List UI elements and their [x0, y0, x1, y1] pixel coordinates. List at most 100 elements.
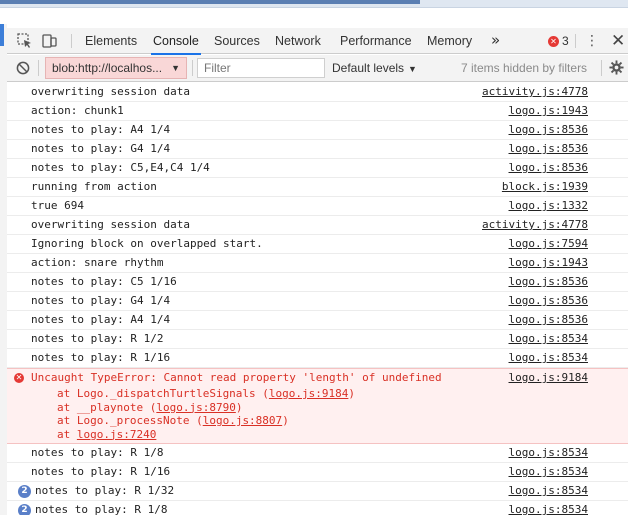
devtools-tabbar: Elements Console Sources Network Perform…: [7, 28, 628, 55]
log-message: notes to play: C5 1/16: [31, 275, 177, 288]
log-message: running from action: [31, 180, 157, 193]
error-icon: ✕: [14, 373, 24, 383]
log-message: Ignoring block on overlapped start.: [31, 237, 263, 250]
source-link[interactable]: logo.js:9184: [509, 369, 588, 387]
source-link[interactable]: logo.js:8536: [509, 273, 588, 291]
log-row: action: chunk1 logo.js:1943: [7, 102, 628, 121]
log-row: notes to play: G4 1/4 logo.js:8536: [7, 292, 628, 311]
tab-elements[interactable]: Elements: [85, 28, 137, 54]
source-link[interactable]: logo.js:8534: [509, 349, 588, 367]
page-edge: [0, 24, 7, 515]
stack-frame-link[interactable]: logo.js:9184: [269, 387, 348, 400]
log-message: notes to play: A4 1/4: [31, 123, 171, 136]
stack-frame: at logo.js:7240: [57, 427, 157, 441]
close-devtools-icon[interactable]: ✕: [611, 30, 625, 52]
source-link[interactable]: logo.js:8534: [509, 444, 588, 462]
log-message: true 694: [31, 199, 84, 212]
log-row: notes to play: A4 1/4 logo.js:8536: [7, 121, 628, 140]
stack-frame: at Logo._processNote (logo.js:8807): [57, 414, 289, 427]
tab-console[interactable]: Console: [151, 28, 201, 55]
source-link[interactable]: logo.js:8536: [509, 311, 588, 329]
tab-performance[interactable]: Performance: [340, 28, 412, 54]
error-message[interactable]: Uncaught TypeError: Cannot read property…: [31, 369, 442, 387]
log-message: notes to play: R 1/2: [31, 332, 164, 345]
tabbar-separator: [575, 34, 576, 48]
log-row: true 694 logo.js:1332: [7, 197, 628, 216]
log-message: notes to play: R 1/32: [35, 484, 175, 497]
source-link[interactable]: block.js:1939: [502, 178, 588, 196]
console-toolbar: blob:http://localhos... ▼ Default levels…: [7, 55, 628, 82]
source-link[interactable]: logo.js:8536: [509, 292, 588, 310]
log-message: notes to play: C5,E4,C4 1/4: [31, 161, 210, 174]
log-row: notes to play: A4 1/4 logo.js:8536: [7, 311, 628, 330]
log-row: notes to play: G4 1/4 logo.js:8536: [7, 140, 628, 159]
log-row: overwriting session data activity.js:4778: [7, 83, 628, 102]
log-levels-dropdown[interactable]: Default levels ▼: [332, 58, 417, 78]
source-link[interactable]: logo.js:8534: [509, 463, 588, 481]
log-message: overwriting session data: [31, 85, 190, 98]
log-levels-caret-icon: ▼: [408, 64, 417, 74]
stack-frame-link[interactable]: logo.js:7240: [77, 428, 156, 441]
context-selector[interactable]: blob:http://localhos... ▼: [45, 57, 187, 79]
log-message: notes to play: A4 1/4: [31, 313, 171, 326]
source-link[interactable]: logo.js:1943: [509, 102, 588, 120]
log-row: notes to play: C5 1/16 logo.js:8536: [7, 273, 628, 292]
source-link[interactable]: activity.js:4778: [482, 83, 588, 101]
device-toolbar-icon[interactable]: [40, 32, 58, 50]
tabbar-separator: [71, 34, 72, 48]
source-link[interactable]: logo.js:1332: [509, 197, 588, 215]
tab-sources[interactable]: Sources: [214, 28, 260, 54]
tab-network[interactable]: Network: [275, 28, 321, 54]
source-link[interactable]: logo.js:1943: [509, 254, 588, 272]
error-icon: ✕: [548, 35, 559, 47]
more-tabs-chevron-icon[interactable]: »: [491, 28, 500, 54]
log-message: notes to play: G4 1/4: [31, 294, 171, 307]
hidden-items-info: 7 items hidden by filters: [461, 61, 588, 75]
window-title-band: [0, 0, 420, 4]
log-row: notes to play: R 1/16 logo.js:8534: [7, 463, 628, 482]
log-row: 2 notes to play: R 1/32 logo.js:8534: [7, 482, 628, 501]
log-message: notes to play: R 1/8: [31, 446, 164, 459]
error-row: ✕ Uncaught TypeError: Cannot read proper…: [7, 368, 628, 444]
log-row: notes to play: R 1/16 logo.js:8534: [7, 349, 628, 368]
stack-frame: at __playnote (logo.js:8790): [57, 400, 243, 414]
stack-frame-link[interactable]: logo.js:8790: [156, 401, 235, 414]
source-link[interactable]: logo.js:8534: [509, 501, 588, 515]
tab-memory[interactable]: Memory: [427, 28, 472, 54]
log-levels-label: Default levels: [332, 61, 405, 75]
toolbar-separator: [38, 60, 39, 76]
source-link[interactable]: logo.js:8536: [509, 159, 588, 177]
log-row: notes to play: R 1/8 logo.js:8534: [7, 444, 628, 463]
context-caret-icon: ▼: [171, 63, 180, 73]
log-message: notes to play: R 1/16: [31, 465, 171, 478]
source-link[interactable]: logo.js:8536: [509, 140, 588, 158]
stack-frame-link[interactable]: logo.js:8807: [203, 414, 282, 427]
toolbar-separator: [192, 60, 193, 76]
log-row: action: snare rhythm logo.js:1943: [7, 254, 628, 273]
console-log[interactable]: overwriting session data activity.js:4778…: [7, 83, 628, 515]
log-message: notes to play: G4 1/4: [31, 142, 171, 155]
log-row: 2 notes to play: R 1/8 logo.js:8534: [7, 501, 628, 515]
error-count: 3: [562, 34, 569, 48]
gear-icon[interactable]: [609, 60, 624, 75]
clear-console-icon[interactable]: [16, 61, 30, 75]
source-link[interactable]: logo.js:7594: [509, 235, 588, 253]
inspect-element-icon[interactable]: [16, 32, 34, 50]
source-link[interactable]: logo.js:8536: [509, 121, 588, 139]
log-row: Ignoring block on overlapped start. logo.…: [7, 235, 628, 254]
customize-menu-icon[interactable]: ⋮: [585, 31, 599, 51]
source-link[interactable]: logo.js:8534: [509, 330, 588, 348]
window-title-strip: [0, 0, 628, 8]
log-message: action: chunk1: [31, 104, 124, 117]
page-edge-highlight: [0, 24, 4, 46]
error-count-badge[interactable]: ✕ 3: [548, 34, 569, 48]
filter-input[interactable]: [197, 58, 325, 78]
source-link[interactable]: logo.js:8534: [509, 482, 588, 500]
log-row: notes to play: C5,E4,C4 1/4 logo.js:8536: [7, 159, 628, 178]
error-stack-trace: at Logo._dispatchTurtleSignals (logo.js:…: [57, 387, 355, 441]
source-link[interactable]: activity.js:4778: [482, 216, 588, 234]
log-row: notes to play: R 1/2 logo.js:8534: [7, 330, 628, 349]
log-row: running from action block.js:1939: [7, 178, 628, 197]
log-message: action: snare rhythm: [31, 256, 164, 269]
stack-frame: at Logo._dispatchTurtleSignals (logo.js:…: [57, 387, 356, 400]
